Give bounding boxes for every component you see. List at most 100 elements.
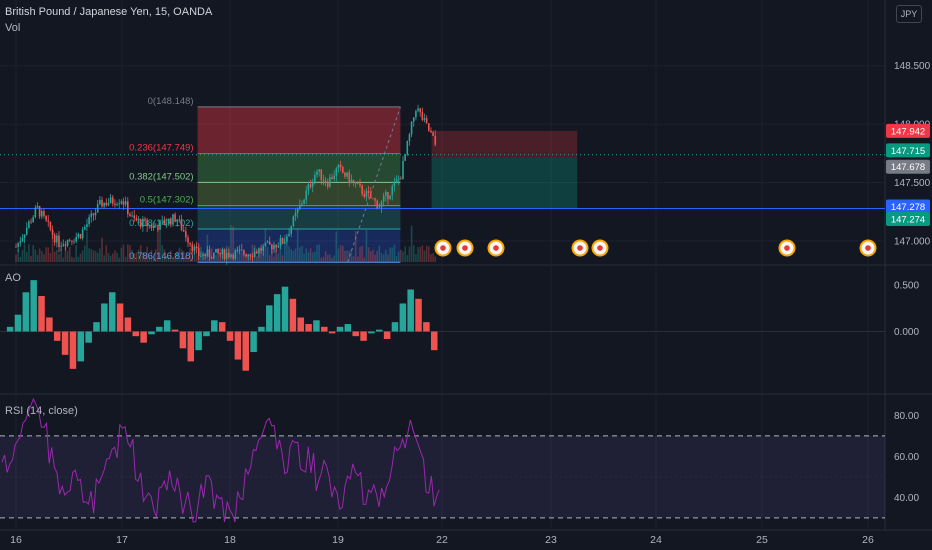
fib-level-label: 0.5(147.302) [140,195,194,206]
volume-bar [142,251,144,262]
candle-body [154,225,157,227]
candle-body [182,229,185,232]
ao-bar [108,292,116,332]
candle-body [163,219,166,225]
volume-bar [281,255,284,262]
volume-bar [376,250,378,262]
candle-body [137,219,140,221]
candle-body [103,202,105,207]
volume-bar [180,249,183,262]
volume-bar [240,251,243,262]
volume-bar [58,254,60,262]
volume-bar [41,251,43,262]
candle-body [256,251,258,254]
volume-bar [348,250,351,262]
event-marker-dot [865,245,871,251]
ao-bar [250,331,257,353]
volume-bar [266,246,269,262]
volume-bar [103,255,105,262]
candle-body [116,204,118,206]
volume-bar [309,248,312,262]
candle-body [415,111,417,118]
volume-bar [170,250,172,262]
candle-body [120,201,123,204]
candle-body [363,194,366,197]
volume-bar [197,245,200,262]
volume-bar [124,256,127,262]
volume-bar [271,246,273,262]
volume-bar [258,248,260,262]
volume-bar [264,229,267,262]
volume-bar [245,254,247,262]
candle-body [434,135,437,145]
volume-bar [60,248,62,262]
currency-button[interactable]: JPY [896,5,922,23]
volume-bar [268,255,271,262]
volume-bar [333,255,335,262]
volume-bar [402,251,404,262]
volume-bar [256,256,258,262]
volume-bar [38,248,41,262]
ao-bar [22,292,30,332]
volume-bar [71,256,73,262]
price-tick: 147.000 [894,236,931,247]
ao-bar [328,331,336,334]
candle-body [281,238,284,244]
candle-body [335,168,338,176]
ao-bar [383,331,391,339]
candle-body [84,227,86,230]
price-tick: 147.500 [894,178,931,189]
candle-body [419,108,421,113]
candle-body [350,179,353,183]
volume-bar [118,257,120,262]
candle-body [391,186,394,196]
volume-bar [25,252,28,262]
candle-body [331,177,333,179]
candle-body [423,118,426,120]
ao-bar [423,322,430,332]
volume-bar [372,249,374,262]
candle-body [142,218,144,227]
volume-bar [301,245,303,262]
candle-body [34,207,37,218]
candle-body [378,207,381,209]
volume-bar [157,228,159,262]
candle-body [337,164,340,169]
chart-canvas[interactable]: 148.500148.000147.500147.0000(148.148)0.… [0,0,932,550]
fib-zone [197,153,401,183]
event-marker-dot [597,245,603,251]
volume-bar [228,246,230,262]
candle-body [21,237,24,242]
volume-bar [305,248,308,262]
volume-bar [260,247,262,262]
candle-body [333,175,335,179]
volume-bar [249,253,252,262]
volume-bar [172,256,174,262]
candle-body [101,199,103,207]
volume-bar [412,245,415,262]
volume-bar [193,247,196,262]
volume-bar [19,256,22,262]
candle-body [320,169,323,181]
candle-body [187,237,189,243]
x-tick: 25 [756,534,768,546]
candle-body [339,164,342,168]
volume-bar [331,257,333,262]
ao-bar [93,322,100,332]
volume-bar [380,252,383,262]
volume-bar [389,247,391,262]
volume-bar [335,231,338,262]
candle-body [127,201,129,215]
volume-bar [243,254,245,262]
volume-bar [346,250,348,262]
ao-bar [360,331,367,341]
candle-body [32,217,34,223]
candle-body [73,241,75,243]
ao-bar [156,326,163,332]
candle-body [170,218,172,225]
candle-body [406,141,409,155]
candle-body [329,177,331,187]
volume-bar [322,256,325,262]
candle-body [41,211,43,217]
candle-body [309,184,312,187]
